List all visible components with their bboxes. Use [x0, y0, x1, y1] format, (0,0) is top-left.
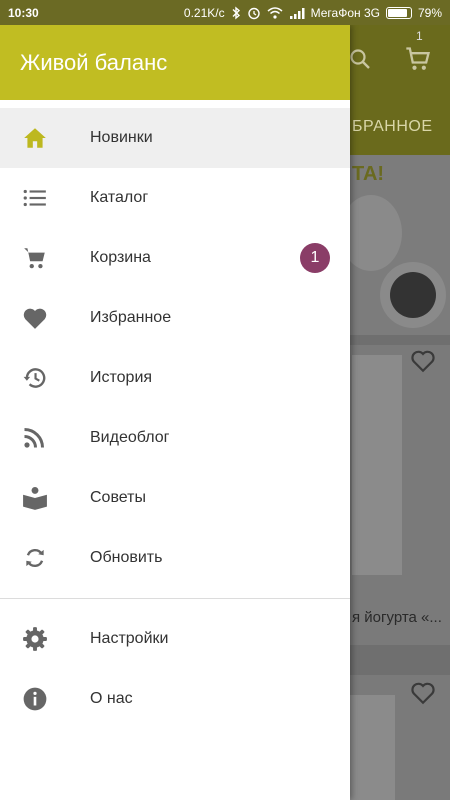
cart-badge: 1	[300, 243, 330, 273]
cart-icon	[0, 245, 90, 271]
berries	[390, 272, 436, 318]
menu-item-new[interactable]: Новинки	[0, 108, 350, 168]
menu-item-videoblog[interactable]: Видеоблог	[0, 408, 350, 468]
banner-text: ТА!	[352, 163, 385, 185]
menu-item-catalog[interactable]: Каталог	[0, 168, 350, 228]
status-time: 10:30	[8, 5, 39, 20]
menu-item-label: Настройки	[90, 630, 169, 647]
status-bar: 10:30 0.21K/c МегаФон 3G 79%	[0, 0, 450, 25]
menu-divider	[0, 598, 350, 599]
product-caption: я йогурта «...	[352, 609, 442, 626]
rss-icon	[0, 426, 90, 450]
network-speed: 0.21K/c	[183, 5, 225, 20]
sync-icon	[0, 545, 90, 571]
list-icon	[0, 187, 90, 209]
product-image	[350, 695, 395, 800]
navigation-drawer: Живой баланс Новинки Каталог Корзина 1 И…	[0, 25, 350, 800]
menu-item-label: Видеоблог	[90, 429, 170, 446]
menu-item-label: История	[90, 369, 153, 386]
signal-icon	[289, 7, 305, 19]
wifi-icon	[267, 6, 283, 19]
drawer-title: Живой баланс	[20, 49, 168, 75]
menu-item-settings[interactable]: Настройки	[0, 609, 350, 669]
search-icon	[348, 47, 372, 76]
drawer-menu: Новинки Каталог Корзина 1 Избранное Исто…	[0, 100, 350, 729]
cart-icon	[404, 45, 432, 78]
heart-outline-icon	[410, 681, 436, 710]
menu-item-about[interactable]: О нас	[0, 669, 350, 729]
heart-outline-icon	[410, 349, 436, 378]
tab-favorites: БРАННОЕ	[352, 118, 433, 135]
home-icon	[0, 126, 90, 150]
menu-item-favorites[interactable]: Избранное	[0, 288, 350, 348]
menu-item-label: Избранное	[90, 309, 172, 326]
menu-item-refresh[interactable]: Обновить	[0, 528, 350, 588]
bluetooth-icon	[231, 6, 241, 20]
menu-item-label: Обновить	[90, 549, 163, 566]
alarm-icon	[247, 6, 261, 20]
menu-item-history[interactable]: История	[0, 348, 350, 408]
cart-count: 1	[416, 29, 423, 43]
history-icon	[0, 365, 90, 391]
menu-item-label: Каталог	[90, 189, 149, 206]
menu-item-tips[interactable]: Советы	[0, 468, 350, 528]
battery-icon	[385, 6, 412, 19]
heart-icon	[0, 306, 90, 330]
book-reader-icon	[0, 486, 90, 510]
gear-icon	[0, 626, 90, 652]
menu-item-cart[interactable]: Корзина 1	[0, 228, 350, 288]
menu-item-label: Советы	[90, 489, 146, 506]
product-image	[352, 355, 402, 575]
drawer-header: Живой баланс	[0, 25, 350, 100]
menu-item-label: Корзина	[90, 249, 151, 266]
battery-percent: 79%	[417, 5, 442, 20]
info-icon	[0, 686, 90, 712]
menu-item-label: О нас	[90, 690, 133, 707]
menu-item-label: Новинки	[90, 129, 153, 146]
carrier-name: МегаФон 3G	[310, 5, 380, 20]
